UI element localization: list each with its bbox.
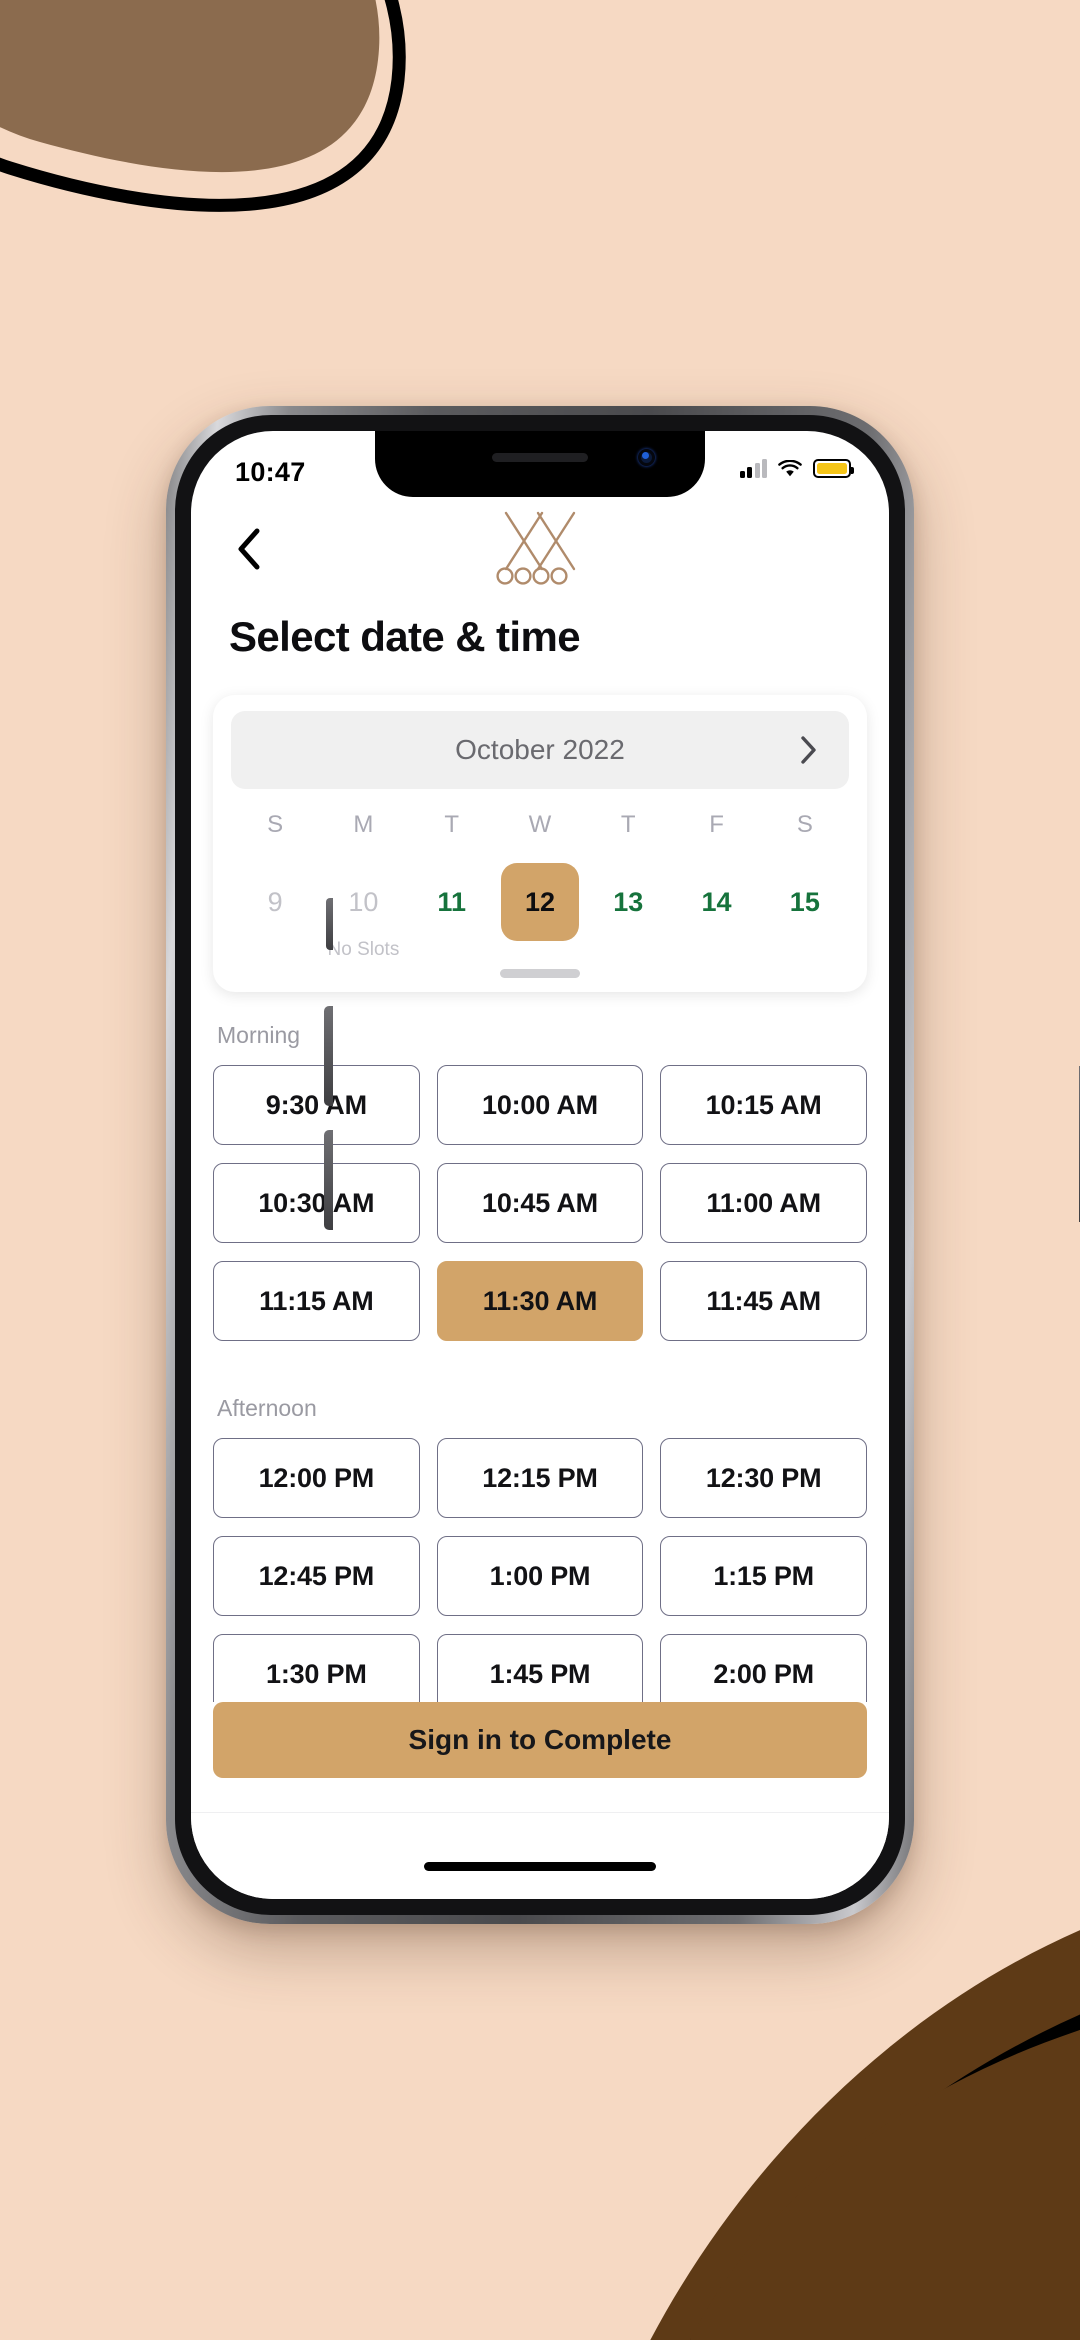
notch (375, 431, 705, 497)
calendar-date-number: 10 (348, 886, 379, 917)
calendar-date-15[interactable]: 15 (761, 853, 849, 941)
day-of-week-label: T (620, 811, 636, 838)
month-selector[interactable]: October 2022 (231, 711, 849, 789)
time-slot-button[interactable]: 1:15 PM (660, 1536, 867, 1616)
calendar-date-12[interactable]: 12 (496, 853, 584, 941)
cellular-bars-icon (739, 459, 767, 478)
front-camera-icon (638, 449, 655, 466)
calendar-date-number: 14 (701, 886, 732, 917)
day-of-week-label: F (709, 811, 724, 838)
day-of-week-label: M (353, 811, 374, 838)
cta-spacer (191, 1778, 889, 1812)
calendar-date-number: 13 (613, 886, 644, 917)
app-bar (191, 503, 889, 595)
chevron-right-icon (801, 736, 816, 764)
section-label-morning: Morning (217, 1022, 301, 1048)
time-slot-button[interactable]: 1:00 PM (436, 1536, 644, 1616)
phone-bezel: 10:47 Select date & time October 2022 S … (175, 415, 905, 1915)
calendar-card: October 2022 S M T W T F S 9 10 No Slots 11 12 13 14… (213, 695, 867, 992)
status-indicators (739, 459, 854, 478)
calendar-date-note: No Slots (327, 939, 400, 960)
time-slot-button[interactable]: 11:00 AM (660, 1163, 867, 1243)
time-slot-button[interactable]: 12:45 PM (213, 1536, 420, 1616)
calendar-date-number: 9 (267, 886, 283, 917)
page-title: Select date & time (229, 613, 581, 660)
calendar-date-11[interactable]: 11 (408, 853, 496, 941)
status-time: 10:47 (235, 457, 306, 487)
home-indicator[interactable] (424, 1862, 656, 1871)
calendar-scroll-indicator[interactable] (500, 969, 580, 978)
day-of-week-label: W (528, 811, 552, 838)
time-slot-button[interactable]: 9:30 AM (213, 1065, 420, 1145)
volume-up-button[interactable] (324, 1006, 333, 1106)
phone-screen: 10:47 Select date & time October 2022 S … (191, 431, 889, 1899)
time-slot-button[interactable]: 11:15 AM (213, 1261, 420, 1341)
wifi-icon (778, 459, 802, 478)
date-row: 9 10 No Slots 11 12 13 14 15 (231, 853, 849, 961)
time-slot-button[interactable]: 10:45 AM (436, 1163, 644, 1243)
calendar-date-14[interactable]: 14 (672, 853, 760, 941)
calendar-date-number: 11 (437, 886, 466, 917)
time-slot-button[interactable]: 10:30 AM (213, 1163, 420, 1243)
next-month-button[interactable] (791, 732, 827, 768)
phone-device: 10:47 Select date & time October 2022 S … (166, 406, 1080, 1924)
section-label-afternoon: Afternoon (217, 1395, 317, 1421)
bottom-cta-bar: Sign in to Complete (191, 1701, 889, 1899)
battery-icon (813, 459, 854, 478)
earpiece-speaker (492, 453, 588, 462)
home-indicator-area (191, 1813, 889, 1899)
silent-switch[interactable] (326, 898, 333, 950)
chevron-left-icon (238, 528, 260, 570)
day-of-week-label: S (267, 811, 284, 838)
time-slot-button[interactable]: 11:45 AM (660, 1261, 867, 1341)
time-slot-button[interactable]: 10:00 AM (436, 1065, 644, 1145)
time-slot-grid: 12:00 PM 12:15 PM 12:30 PM 12:45 PM 1:00 PM 1… (213, 1438, 867, 1714)
calendar-date-number: 12 (500, 863, 579, 941)
time-slot-button[interactable]: 12:15 PM (436, 1438, 644, 1518)
month-label: October 2022 (455, 734, 625, 765)
calendar-date-number: 15 (789, 886, 820, 917)
calendar-date-9: 9 (231, 853, 319, 941)
scissors-logo-icon (492, 511, 588, 587)
day-of-week-row: SMTWTFS (231, 811, 849, 839)
time-slot-button[interactable]: 12:00 PM (213, 1438, 420, 1518)
time-slot-button[interactable]: 11:30 AM (436, 1261, 644, 1341)
sign-in-to-complete-button[interactable]: Sign in to Complete (213, 1701, 867, 1778)
time-slot-button[interactable]: 10:15 AM (660, 1065, 867, 1145)
time-slot-grid: 9:30 AM 10:00 AM 10:15 AM 10:30 AM 10:45 AM 1… (213, 1065, 867, 1341)
day-of-week-label: T (444, 811, 460, 838)
time-slot-button[interactable]: 12:30 PM (660, 1438, 867, 1518)
calendar-date-13[interactable]: 13 (584, 853, 672, 941)
volume-down-button[interactable] (324, 1130, 333, 1230)
app-content: Select date & time October 2022 S M T W T F S … (191, 431, 889, 1899)
back-button[interactable] (225, 525, 273, 573)
day-of-week-label: S (796, 811, 813, 838)
